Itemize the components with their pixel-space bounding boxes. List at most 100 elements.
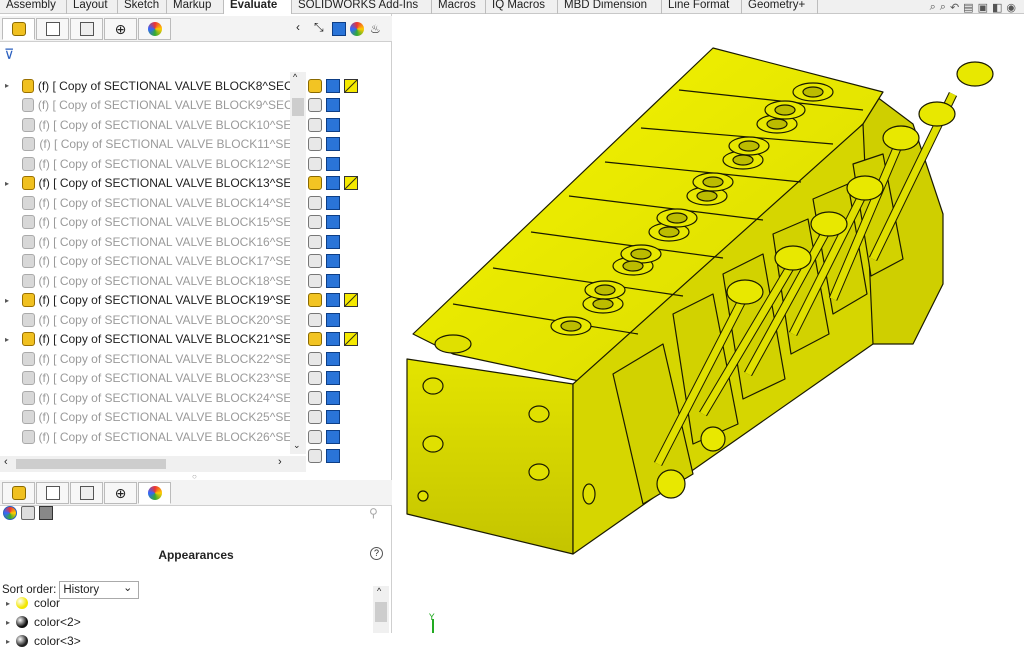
- scroll-right-icon[interactable]: ›: [278, 456, 282, 468]
- appearance-item[interactable]: ▸ color: [6, 594, 60, 612]
- hide-show-icon[interactable]: [308, 273, 322, 288]
- hide-show-icon[interactable]: [308, 371, 322, 386]
- appearance-item[interactable]: ▸ color<3>: [6, 632, 81, 650]
- hide-show-column-icon[interactable]: ⤡: [314, 20, 328, 34]
- transparency-icon[interactable]: ♨: [370, 22, 381, 36]
- display-mode-icon[interactable]: [326, 449, 340, 464]
- tab-solidworks-add-ins[interactable]: SOLIDWORKS Add-Ins: [292, 0, 432, 14]
- tree-item[interactable]: ▸ (f) [ Copy of SECTIONAL VALVE BLOCK8^SE…: [0, 76, 300, 96]
- previous-view-icon[interactable]: ↶: [950, 1, 959, 14]
- tree-item[interactable]: (f) [ Copy of SECTIONAL VALVE BLOCK20^SE…: [0, 310, 300, 330]
- hide-show-icon[interactable]: [308, 215, 322, 230]
- hide-show-icon[interactable]: [308, 195, 322, 210]
- expand-arrow-icon[interactable]: ▸: [5, 296, 14, 305]
- tree-item[interactable]: (f) [ Copy of SECTIONAL VALVE BLOCK17^SE…: [0, 252, 300, 272]
- tab-geometry-[interactable]: Geometry+: [742, 0, 818, 14]
- tab-configuration-manager-2[interactable]: [70, 482, 103, 504]
- display-mode-icon[interactable]: [326, 390, 340, 405]
- tree-item[interactable]: (f) [ Copy of SECTIONAL VALVE BLOCK25^SE…: [0, 408, 300, 428]
- appearance-swatch-icon[interactable]: [344, 78, 358, 93]
- appearance-swatch-icon[interactable]: [344, 176, 358, 191]
- section-view-icon[interactable]: ▤: [963, 1, 973, 14]
- tab-property-manager[interactable]: [36, 18, 69, 40]
- tab-sketch[interactable]: Sketch: [118, 0, 167, 14]
- tree-item[interactable]: (f) [ Copy of SECTIONAL VALVE BLOCK16^SE…: [0, 232, 300, 252]
- tab-evaluate[interactable]: Evaluate: [224, 0, 292, 14]
- hide-show-icon[interactable]: [308, 137, 322, 152]
- magnify-icon[interactable]: ⚲: [369, 506, 378, 520]
- display-mode-icon[interactable]: [326, 215, 340, 230]
- display-mode-icon[interactable]: [326, 273, 340, 288]
- scroll-up-icon[interactable]: ^: [293, 72, 297, 82]
- display-mode-icon[interactable]: [326, 371, 340, 386]
- expand-arrow-icon[interactable]: ▸: [6, 618, 10, 627]
- expand-arrow-icon[interactable]: ▸: [6, 599, 10, 608]
- sort-order-select[interactable]: History: [59, 580, 140, 599]
- hide-show-icon[interactable]: [308, 312, 322, 327]
- tab-display-manager-2[interactable]: [138, 482, 171, 504]
- display-style-icon[interactable]: ◧: [992, 1, 1002, 14]
- display-mode-icon[interactable]: [326, 410, 340, 425]
- appearance-item[interactable]: ▸ color<2>: [6, 613, 81, 631]
- tab-feature-manager[interactable]: [2, 18, 35, 40]
- tree-item[interactable]: (f) [ Copy of SECTIONAL VALVE BLOCK18^SE…: [0, 271, 300, 291]
- tree-item[interactable]: (f) [ Copy of SECTIONAL VALVE BLOCK24^SE…: [0, 388, 300, 408]
- display-mode-icon[interactable]: [326, 195, 340, 210]
- display-mode-icon[interactable]: [326, 351, 340, 366]
- tab-property-manager-2[interactable]: [36, 482, 69, 504]
- hide-show-icon[interactable]: [308, 156, 322, 171]
- scroll-left-icon[interactable]: ‹: [4, 456, 8, 468]
- tree-vertical-scrollbar[interactable]: ^ ⌄: [290, 72, 306, 454]
- scroll-down-icon[interactable]: ⌄: [293, 440, 301, 451]
- collapse-arrow-icon[interactable]: ‹: [296, 20, 300, 34]
- tree-item[interactable]: (f) [ Copy of SECTIONAL VALVE BLOCK11^SE…: [0, 135, 300, 155]
- tree-item[interactable]: (f) [ Copy of SECTIONAL VALVE BLOCK22^SE…: [0, 349, 300, 369]
- help-icon[interactable]: ?: [370, 547, 383, 560]
- tree-item[interactable]: (f) [ Copy of SECTIONAL VALVE BLOCK12^SE…: [0, 154, 300, 174]
- tab-assembly[interactable]: Assembly: [0, 0, 67, 14]
- tab-display-manager[interactable]: [138, 18, 171, 40]
- hide-show-icon[interactable]: [308, 117, 322, 132]
- tab-mbd-dimension[interactable]: MBD Dimension: [558, 0, 662, 14]
- hide-show-icon[interactable]: [308, 78, 322, 93]
- tab-layout[interactable]: Layout: [67, 0, 118, 14]
- display-mode-icon[interactable]: [326, 293, 340, 308]
- hide-show-icon[interactable]: [308, 234, 322, 249]
- appearance-column-icon[interactable]: [350, 22, 364, 36]
- display-mode-icon[interactable]: [326, 156, 340, 171]
- tree-horizontal-scrollbar[interactable]: ‹ ›: [0, 456, 306, 472]
- tree-item[interactable]: (f) [ Copy of SECTIONAL VALVE BLOCK10^SE…: [0, 115, 300, 135]
- hide-show-icon[interactable]: [308, 449, 322, 464]
- tab-line-format[interactable]: Line Format: [662, 0, 742, 14]
- valve-block-model[interactable]: Y: [393, 14, 1024, 633]
- tree-item[interactable]: (f) [ Copy of SECTIONAL VALVE BLOCK15^SE…: [0, 213, 300, 233]
- hide-show-icon[interactable]: [308, 332, 322, 347]
- appearances-view-icon[interactable]: [3, 506, 17, 520]
- display-mode-icon[interactable]: [326, 117, 340, 132]
- appearances-scrollbar[interactable]: ^: [373, 586, 389, 633]
- appearance-swatch-icon[interactable]: [344, 332, 358, 347]
- hide-show-icon[interactable]: [308, 254, 322, 269]
- tab-dimxpert-manager-2[interactable]: ⊕: [104, 482, 137, 504]
- hide-show-icon[interactable]: [308, 410, 322, 425]
- display-mode-icon[interactable]: [326, 234, 340, 249]
- tab-macros[interactable]: Macros: [432, 0, 486, 14]
- tab-markup[interactable]: Markup: [167, 0, 224, 14]
- tab-configuration-manager[interactable]: [70, 18, 103, 40]
- display-mode-icon[interactable]: [326, 429, 340, 444]
- tree-item[interactable]: (f) [ Copy of SECTIONAL VALVE BLOCK14^SE…: [0, 193, 300, 213]
- filter-icon[interactable]: ⊽: [4, 46, 14, 63]
- tree-item[interactable]: (f) [ Copy of SECTIONAL VALVE BLOCK23^SE…: [0, 369, 300, 389]
- tree-item[interactable]: (f) [ Copy of SECTIONAL VALVE BLOCK9^SEC…: [0, 96, 300, 116]
- expand-arrow-icon[interactable]: ▸: [5, 179, 14, 188]
- zoom-area-icon[interactable]: ⌕: [940, 1, 946, 14]
- hide-show-icon[interactable]: [308, 390, 322, 405]
- hide-show-icon[interactable]: [308, 176, 322, 191]
- hide-show-icon[interactable]: [308, 293, 322, 308]
- display-mode-icon[interactable]: [326, 176, 340, 191]
- display-mode-icon[interactable]: [326, 78, 340, 93]
- tree-item[interactable]: ▸ (f) [ Copy of SECTIONAL VALVE BLOCK19^S…: [0, 291, 300, 311]
- tab-dimxpert-manager[interactable]: ⊕: [104, 18, 137, 40]
- tree-item[interactable]: (f) [ Copy of SECTIONAL VALVE BLOCK26^SE…: [0, 427, 300, 447]
- hide-show-icon[interactable]: [308, 429, 322, 444]
